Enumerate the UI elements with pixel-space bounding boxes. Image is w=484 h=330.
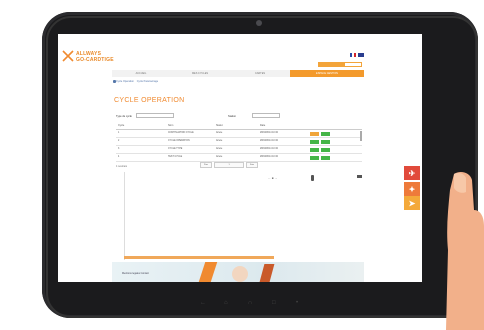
sublink-cycle-operation[interactable]: Cycle Operation [116, 80, 134, 83]
menu-icon[interactable]: ⌂ [224, 300, 228, 306]
edit-button[interactable] [310, 155, 319, 160]
table-row[interactable]: 2 CYCLE OPERATION Arrete 28/03/2014 10:3… [116, 138, 362, 146]
cell-name: TEST CYCLE [168, 156, 183, 158]
print-icon[interactable] [357, 175, 362, 178]
start-button[interactable] [321, 155, 330, 160]
result-count: 4 resultats [116, 165, 128, 168]
lock-icon[interactable]: • [296, 300, 298, 306]
column-header[interactable]: Statut [216, 124, 223, 127]
pager: Prec 1 Suiv [200, 162, 272, 168]
page-title: CYCLE OPERATION [114, 97, 185, 104]
cell-status: Arrete [216, 132, 223, 134]
home-icon[interactable]: ∩ [248, 300, 252, 306]
sublinks: Cycle Operation Cycle Parametrage [116, 80, 158, 83]
pager-prev-button[interactable]: Prec [200, 162, 212, 168]
cell-status: Arrete [216, 156, 223, 158]
cell-date: 28/03/2014 10:32 [260, 148, 278, 150]
banner-graphic [232, 266, 248, 282]
brand-name-line2: GO-CARDTIGE [76, 57, 114, 63]
tablet-softkeys: ← ⌂ ∩ □ • [200, 300, 340, 308]
filter-station-select[interactable] [252, 113, 280, 118]
pager-next-button[interactable]: Suiv [246, 162, 258, 168]
logo-icon [62, 50, 74, 62]
cell-status: Arrete [216, 148, 223, 150]
edit-button[interactable] [310, 131, 319, 136]
column-header[interactable]: Nom [168, 124, 173, 127]
cell-cycle: 3 [118, 148, 120, 150]
table-row[interactable]: 4 TEST CYCLE Arrete 28/03/2014 10:32 [116, 154, 362, 162]
table-row[interactable]: 1 CONTINUATION CYCLE Arrete 28/03/2014 1… [116, 130, 362, 138]
filter-station-label: Station [228, 115, 237, 118]
cell-status: Arrete [216, 140, 223, 142]
cell-date: 28/03/2014 10:32 [260, 132, 278, 134]
cell-name: CYCLE OPERATION [168, 140, 190, 142]
footer-links[interactable]: Mentions legales Contact [122, 272, 149, 275]
tab-mes-cycles[interactable]: MES CYCLES [170, 70, 230, 77]
cell-cycle: 2 [118, 140, 120, 142]
progress-bar [124, 256, 274, 259]
cell-cycle: 1 [118, 132, 120, 134]
mic-icon[interactable] [311, 175, 314, 181]
route-icon[interactable]: ➤ [404, 196, 420, 210]
table-row[interactable]: 3 CYCLE TYPE Arrete 28/03/2014 10:32 [116, 146, 362, 154]
filter-type-select[interactable] [136, 113, 174, 118]
start-button[interactable] [321, 147, 330, 152]
content-panel [124, 172, 275, 260]
column-header[interactable]: Date [260, 124, 265, 127]
plane-icon[interactable]: ✈ [404, 166, 420, 180]
edit-button[interactable] [310, 139, 319, 144]
start-button[interactable] [321, 131, 330, 136]
hand-illustration [446, 172, 484, 330]
pager-page-button[interactable]: 1 [214, 162, 244, 168]
table-scrollbar[interactable] [360, 131, 362, 141]
cell-name: CONTINUATION CYCLE [168, 132, 194, 134]
sublink-cycle-parametrage[interactable]: Cycle Parametrage [137, 80, 158, 83]
filter-type-label: Type de cycle [116, 115, 132, 118]
logout-button[interactable] [344, 62, 362, 67]
tab-cartes[interactable]: CARTES [230, 70, 290, 77]
zoom-control-icon[interactable]: ← ■ → [268, 176, 277, 180]
tab-espace-gestion[interactable]: ESPACE GESTION [290, 70, 364, 77]
back-icon[interactable]: ← [200, 300, 206, 306]
language-en-flag-icon[interactable] [358, 53, 364, 57]
cell-date: 28/03/2014 10:32 [260, 156, 278, 158]
cell-name: CYCLE TYPE [168, 148, 183, 150]
edit-button[interactable] [310, 147, 319, 152]
top-nav: ACCUEIL MES CYCLES CARTES ESPACE GESTION [112, 70, 364, 77]
column-header[interactable]: Cycle [118, 124, 124, 127]
camera-icon [256, 20, 262, 26]
cell-cycle: 4 [118, 156, 120, 158]
start-button[interactable] [321, 139, 330, 144]
cell-date: 28/03/2014 10:32 [260, 140, 278, 142]
recent-apps-icon[interactable]: □ [272, 300, 276, 306]
language-fr-flag-icon[interactable] [350, 53, 356, 57]
person-icon[interactable]: ✦ [404, 182, 420, 196]
tab-accueil[interactable]: ACCUEIL [112, 70, 170, 77]
